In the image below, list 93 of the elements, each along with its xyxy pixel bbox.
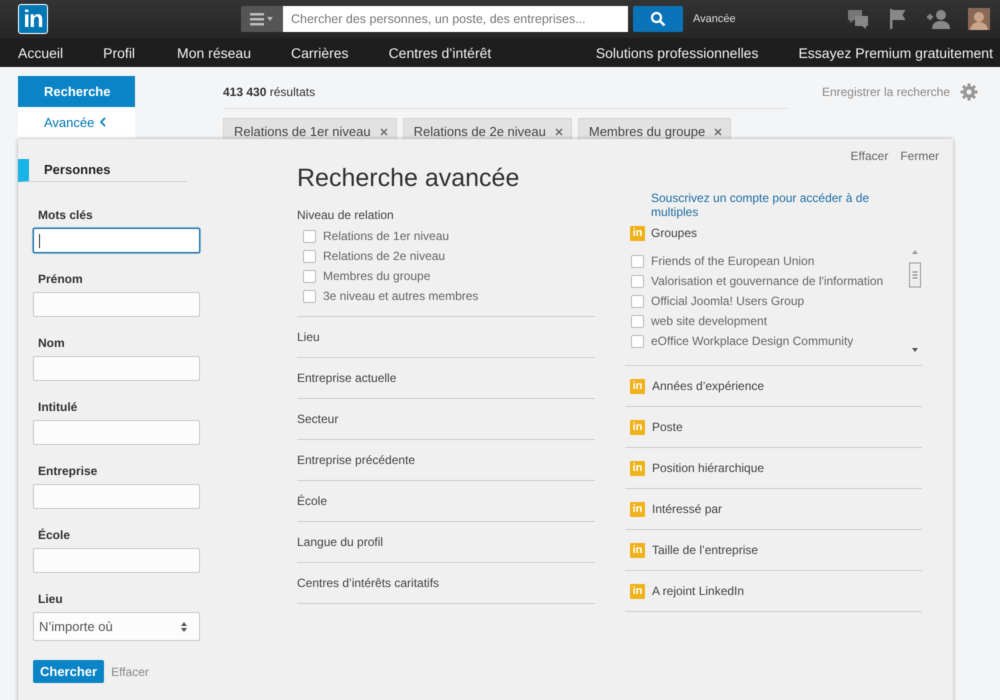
- nav-link[interactable]: Mon réseau: [177, 44, 251, 60]
- search-category-button[interactable]: [241, 6, 283, 32]
- premium-facet-item[interactable]: in Taille de l’entreprise: [625, 530, 922, 571]
- chevron-icon: [99, 117, 106, 127]
- nav-link[interactable]: Solutions professionnelles: [596, 44, 758, 60]
- checkbox-label: Relations de 1er niveau: [323, 229, 450, 243]
- premium-facet-item[interactable]: in A rejoint LinkedIn: [625, 571, 922, 612]
- premium-facet-item[interactable]: in Poste: [625, 407, 922, 448]
- panel-title: Recherche avancée: [297, 164, 520, 194]
- add-contact-icon[interactable]: [926, 8, 950, 30]
- checkbox[interactable]: [631, 274, 644, 288]
- field-label: Entreprise: [38, 464, 98, 478]
- facet-label: Années d’expérience: [652, 379, 764, 393]
- results-count: 413 430 résultats: [223, 76, 788, 108]
- field-label: Mots clés: [38, 208, 94, 222]
- checkbox-label: 3e niveau et autres membres: [323, 289, 478, 303]
- close-icon[interactable]: [380, 128, 388, 136]
- premium-badge: in: [630, 420, 645, 434]
- logo[interactable]: in: [18, 4, 48, 34]
- checkbox[interactable]: [303, 230, 316, 242]
- field-label: Lieu: [38, 592, 64, 606]
- people-tab[interactable]: Personnes: [18, 159, 187, 182]
- premium-badge: in: [630, 584, 645, 598]
- sidebar-tab[interactable]: Avancée: [18, 107, 135, 138]
- messages-icon[interactable]: [846, 8, 870, 30]
- checkbox[interactable]: [631, 314, 644, 328]
- checkbox[interactable]: [631, 294, 644, 308]
- premium-badge: in: [630, 502, 645, 516]
- facet-item[interactable]: Entreprise actuelle: [297, 358, 595, 399]
- sidebar-tab[interactable]: Recherche: [18, 76, 135, 107]
- checkbox-label: eOffice Workplace Design Community: [651, 334, 854, 348]
- checkbox-label: web site development: [651, 314, 768, 328]
- field-label: Prénom: [38, 272, 84, 286]
- premium-badge: in: [630, 378, 645, 394]
- checkbox[interactable]: [303, 250, 316, 262]
- text-field[interactable]: [33, 548, 200, 573]
- avatar[interactable]: [968, 8, 990, 30]
- search-button[interactable]: [633, 6, 683, 32]
- flag-icon[interactable]: [888, 8, 908, 30]
- facet-label: A rejoint LinkedIn: [652, 584, 744, 598]
- upsell-link[interactable]: Souscrivez un compte pour accéder à de multiples: [625, 191, 881, 219]
- panel-action-link[interactable]: Fermer: [900, 149, 939, 163]
- search-icon: [650, 11, 666, 27]
- nav-link[interactable]: Accueil: [18, 44, 64, 60]
- menu-icon: [250, 12, 274, 26]
- search-field[interactable]: Chercher des personnes, un poste, des entreprises...: [283, 6, 628, 32]
- checkbox-label: Friends of the European Union: [651, 254, 814, 268]
- close-icon[interactable]: [714, 128, 722, 136]
- facet-label: Poste: [652, 420, 683, 434]
- text-field[interactable]: [33, 356, 200, 381]
- checkbox-label: Membres du groupe: [323, 269, 430, 283]
- facet-label: Groupes: [651, 226, 698, 240]
- text-field[interactable]: [33, 228, 200, 253]
- facet-item[interactable]: Langue du profil: [297, 522, 595, 563]
- nav-link[interactable]: Essayez Premium gratuitement: [798, 44, 993, 60]
- field-label: École: [38, 528, 72, 542]
- settings-icon[interactable]: [960, 83, 978, 101]
- checkbox[interactable]: [303, 270, 316, 282]
- checkbox[interactable]: [631, 254, 644, 268]
- text-field[interactable]: [33, 484, 200, 509]
- field-label: Intitulé: [38, 400, 78, 414]
- text-field[interactable]: [33, 292, 200, 317]
- dropdown-arrows-icon: [180, 620, 188, 632]
- facet-label: Taille de l’entreprise: [652, 543, 758, 557]
- checkbox[interactable]: [631, 334, 644, 348]
- checkbox-label: Valorisation et gouvernance de l'information: [651, 274, 884, 288]
- premium-facet-item[interactable]: in Années d’expérience: [625, 366, 922, 407]
- nav-link[interactable]: Carrières: [290, 44, 349, 60]
- location-dropdown[interactable]: N’importe où: [33, 612, 200, 641]
- checkbox-label: Relations de 2e niveau: [323, 249, 446, 263]
- text-field[interactable]: [33, 420, 200, 445]
- facet-item[interactable]: Centres d’intérêts caritatifs: [297, 563, 595, 604]
- premium-badge: in: [630, 226, 645, 240]
- close-icon[interactable]: [554, 128, 563, 136]
- facet-item[interactable]: Lieu: [297, 317, 595, 358]
- premium-badge: in: [630, 460, 645, 476]
- checkbox[interactable]: [303, 290, 316, 302]
- premium-facet-item[interactable]: in Position hiérarchique: [625, 448, 922, 489]
- facet-label: Intéressé par: [652, 502, 722, 516]
- panel-action-link[interactable]: Effacer: [850, 149, 888, 163]
- premium-facet-item[interactable]: in Intéressé par: [625, 489, 922, 530]
- field-label: Nom: [38, 336, 66, 350]
- facet-item[interactable]: Secteur: [297, 399, 595, 440]
- search-submit-button[interactable]: Chercher: [33, 660, 104, 683]
- facet-label: Niveau de relation: [297, 208, 395, 222]
- facet-label: Position hiérarchique: [652, 461, 764, 475]
- facet-item[interactable]: École: [297, 481, 595, 522]
- advanced-search-link[interactable]: Avancée: [693, 13, 736, 25]
- premium-badge: in: [630, 542, 645, 558]
- nav-link[interactable]: Profil: [103, 44, 136, 60]
- checkbox-label: Official Joomla! Users Group: [651, 294, 804, 308]
- nav-link[interactable]: Centres d’intérêt: [388, 44, 492, 60]
- facet-item[interactable]: Entreprise précédente: [297, 440, 595, 481]
